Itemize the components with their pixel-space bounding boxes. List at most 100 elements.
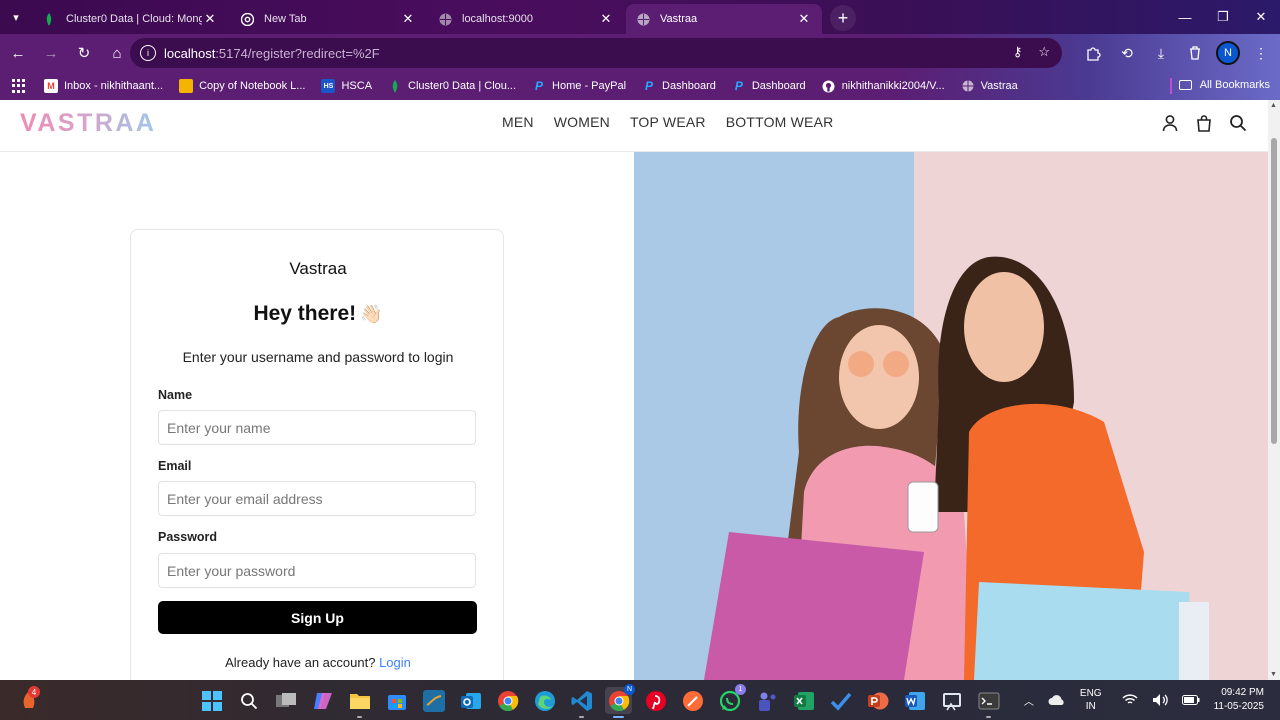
outlook-icon[interactable] [457,687,484,714]
tab-vastraa[interactable]: Vastraa ✕ [626,4,822,34]
bookmark-label: Inbox - nikhithaant... [64,80,164,92]
scrollbar-thumb[interactable] [1271,138,1277,444]
search-icon[interactable] [235,687,262,714]
system-clock[interactable]: 09:42 PM 11-05-2025 [1214,686,1264,714]
email-input[interactable] [158,481,476,516]
bookmark-paypal-home[interactable]: P Home - PayPal [532,79,626,93]
more-menu-icon[interactable]: ⋮ [1248,38,1274,68]
profile-avatar[interactable]: N [1216,41,1240,65]
forward-arrow-icon[interactable]: → [36,38,66,68]
bookmark-vastraa[interactable]: Vastraa [961,79,1018,93]
history-icon[interactable]: ⟲ [1114,38,1140,68]
site-logo[interactable]: VASTRAA [20,109,156,138]
mysql-icon[interactable] [420,687,447,714]
tab-mongodb[interactable]: Cluster0 Data | Cloud: MongoDB ✕ [32,4,228,34]
bookmark-dashboard-2[interactable]: P Dashboard [732,79,806,93]
chrome-profile-icon[interactable]: N [605,684,635,718]
login-link[interactable]: Login [379,655,411,670]
extensions-puzzle-icon[interactable] [1080,38,1106,68]
bookmark-dashboard-1[interactable]: P Dashboard [642,79,716,93]
bookmark-mongodb[interactable]: Cluster0 Data | Clou... [388,79,516,93]
name-input[interactable] [158,410,476,445]
bookmark-label: Dashboard [751,80,806,92]
password-input[interactable] [158,553,476,588]
apps-grid-icon[interactable] [12,79,26,93]
snipping-tool-icon[interactable] [938,687,965,714]
toolbar-actions: ⟲ ⤓ N ⋮ [1080,38,1274,68]
shopping-bag-icon[interactable] [1194,113,1214,133]
site-header: VASTRAA MEN WOMEN TOP WEAR BOTTOM WEAR [0,100,1268,152]
excel-icon[interactable] [790,687,817,714]
download-icon[interactable]: ⤓ [1148,38,1174,68]
terminal-icon[interactable] [975,687,1002,718]
postman-icon[interactable] [679,687,706,714]
login-prompt: Already have an account? Login [131,655,505,670]
nav-men[interactable]: MEN [502,114,534,130]
address-bar[interactable]: i localhost:5174/register?redirect=%2F ⚷… [130,38,1062,68]
register-form: Vastraa Hey there! 👋🏻 Enter your username… [130,229,504,680]
scroll-up-arrow-icon[interactable]: ▲ [1270,102,1277,109]
bookmark-github[interactable]: nikhithanikki2004/V... [822,79,945,93]
bookmark-star-icon[interactable]: ☆ [1038,44,1050,60]
pinterest-icon[interactable] [642,687,669,714]
mongodb-leaf-icon [388,79,402,93]
nav-bottom-wear[interactable]: BOTTOM WEAR [726,114,834,130]
new-tab-plus-icon[interactable]: + [830,5,856,31]
nav-women[interactable]: WOMEN [554,114,610,130]
url-path: :5174/register?redirect=%2F [215,45,380,61]
paypal-icon: P [645,79,654,93]
home-icon[interactable]: ⌂ [102,38,132,68]
edge-icon[interactable] [531,687,558,714]
maximize-icon[interactable]: ❐ [1204,0,1242,34]
microsoft-store-icon[interactable] [383,687,410,714]
bookmark-gmail[interactable]: M Inbox - nikhithaant... [44,79,163,93]
close-tab-icon[interactable]: ✕ [202,11,218,27]
whatsapp-icon[interactable]: 1 [716,684,746,714]
vscode-icon[interactable] [568,687,595,718]
chevron-up-icon[interactable]: ︿ [1024,693,1034,708]
volume-icon[interactable] [1152,693,1168,707]
battery-icon[interactable] [1181,695,1200,705]
taskbar-apps: N 1 [198,684,1002,718]
bookmark-notebook[interactable]: Copy of Notebook L... [179,79,305,93]
powerpoint-icon[interactable] [864,687,891,714]
close-tab-icon[interactable]: ✕ [796,11,812,27]
back-arrow-icon[interactable]: ← [3,38,33,68]
password-key-icon[interactable]: ⚷ [1013,44,1023,60]
file-explorer-icon[interactable] [346,687,373,718]
word-icon[interactable] [901,687,928,714]
todo-check-icon[interactable] [827,687,854,714]
task-view-icon[interactable] [272,687,299,714]
whatsapp-unread-badge: 1 [735,684,746,695]
onedrive-cloud-icon[interactable] [1048,694,1066,706]
site-info-icon[interactable]: i [140,45,156,61]
folder-icon [1178,80,1192,90]
trash-icon[interactable] [1182,38,1208,68]
waving-hand-icon: 👋🏻 [360,304,383,324]
minimize-icon[interactable]: — [1166,0,1204,34]
copilot-icon[interactable] [309,687,336,714]
windows-start-icon[interactable] [198,687,225,714]
nav-top-wear[interactable]: TOP WEAR [630,114,706,130]
user-icon[interactable] [1160,113,1180,133]
scroll-down-arrow-icon[interactable]: ▼ [1270,671,1277,678]
wifi-icon[interactable] [1122,694,1138,706]
bookmark-hsca[interactable]: HS HSCA [321,79,372,93]
tab-search-icon[interactable]: ▾ [0,0,32,34]
bookmarks-separator [1170,78,1172,94]
close-window-icon[interactable]: ✕ [1242,0,1280,34]
sign-up-button[interactable]: Sign Up [158,601,477,634]
window-controls: — ❐ ✕ [1166,0,1280,34]
page-scrollbar[interactable]: ▲ ▼ [1268,100,1280,680]
reload-icon[interactable]: ↻ [69,38,99,68]
tab-new-tab[interactable]: New Tab ✕ [230,4,426,34]
all-bookmarks-button[interactable]: All Bookmarks [1178,79,1270,91]
search-icon[interactable] [1228,113,1248,133]
language-indicator[interactable]: ENG IN [1080,687,1102,713]
tab-localhost-9000[interactable]: localhost:9000 ✕ [428,4,624,34]
close-tab-icon[interactable]: ✕ [400,11,416,27]
close-tab-icon[interactable]: ✕ [598,11,614,27]
teams-icon[interactable] [753,687,780,714]
chrome-icon[interactable] [494,687,521,714]
system-tray: ︿ ENG IN 09:42 PM 11-05-2025 [1024,680,1280,720]
